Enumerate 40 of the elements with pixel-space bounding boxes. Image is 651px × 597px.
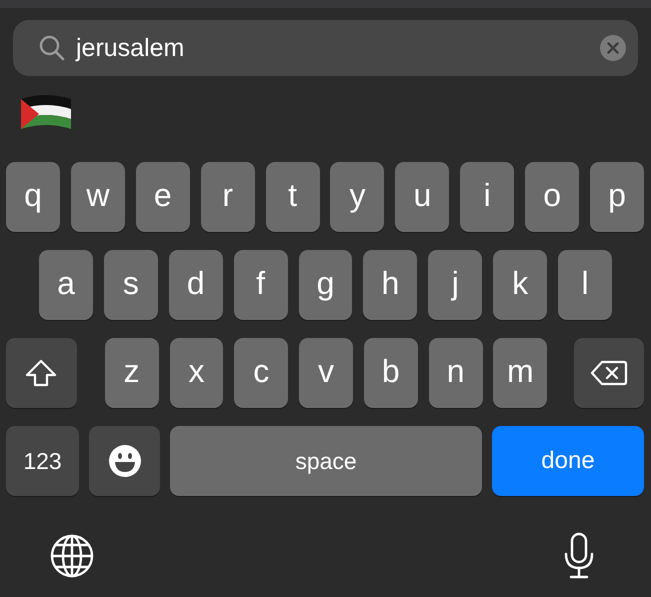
letter-key[interactable]: i: [460, 162, 514, 232]
globe-icon[interactable]: [50, 534, 94, 578]
letter-key[interactable]: b: [364, 338, 418, 408]
letter-key[interactable]: y: [330, 162, 384, 232]
microphone-icon[interactable]: [563, 532, 595, 580]
letter-key[interactable]: p: [590, 162, 644, 232]
letter-key[interactable]: x: [170, 338, 224, 408]
letter-key[interactable]: u: [395, 162, 450, 232]
delete-icon: [590, 359, 628, 387]
letter-key[interactable]: c: [234, 338, 288, 408]
done-key[interactable]: done: [492, 426, 644, 496]
shift-icon: [24, 358, 58, 388]
letter-key[interactable]: z: [104, 338, 159, 408]
letter-key[interactable]: g: [298, 250, 352, 320]
letter-key[interactable]: h: [363, 250, 418, 320]
letter-key[interactable]: n: [428, 338, 483, 408]
letter-key[interactable]: k: [493, 250, 548, 320]
letter-key[interactable]: d: [168, 250, 223, 320]
search-icon: [38, 34, 66, 62]
letter-key[interactable]: w: [70, 162, 125, 232]
letter-key[interactable]: t: [266, 162, 320, 232]
letter-key[interactable]: l: [558, 250, 612, 320]
letter-key[interactable]: e: [136, 162, 190, 232]
numbers-key[interactable]: 123: [6, 426, 79, 496]
letter-key[interactable]: f: [234, 250, 288, 320]
shift-key[interactable]: [6, 338, 77, 408]
letter-key[interactable]: v: [299, 338, 353, 408]
letter-key[interactable]: s: [104, 250, 158, 320]
clear-icon[interactable]: [600, 35, 626, 61]
letter-key[interactable]: o: [525, 162, 580, 232]
letter-key[interactable]: m: [493, 338, 548, 408]
smiley-icon: [108, 444, 142, 478]
search-field[interactable]: jerusalem: [13, 20, 638, 76]
emoji-key[interactable]: [89, 426, 160, 496]
letter-key[interactable]: a: [39, 250, 93, 320]
letter-key[interactable]: r: [200, 162, 255, 232]
delete-key[interactable]: [574, 338, 644, 408]
space-key[interactable]: space: [170, 426, 482, 496]
letter-key[interactable]: j: [428, 250, 482, 320]
letter-key[interactable]: q: [6, 162, 60, 232]
